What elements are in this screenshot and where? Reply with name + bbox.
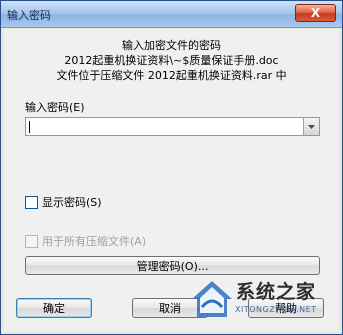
password-label: 输入密码(E) bbox=[25, 101, 85, 114]
password-dialog: 输入密码 X 输入加密文件的密码 2012起重机换证资料\~$质量保证手册.do… bbox=[0, 0, 343, 335]
checkbox-box[interactable] bbox=[25, 195, 38, 209]
file-name-text: 2012起重机换证资料\~$质量保证手册.doc bbox=[64, 54, 279, 67]
text-caret bbox=[29, 121, 30, 133]
prompt-text: 输入加密文件的密码 bbox=[122, 39, 221, 52]
watermark-text: 系统之家 bbox=[236, 281, 317, 303]
use-for-all-label: 用于所有压缩文件(A) bbox=[42, 235, 147, 248]
close-button[interactable]: X bbox=[295, 4, 336, 22]
show-password-label: 显示密码(S) bbox=[42, 196, 102, 209]
window-title: 输入密码 bbox=[7, 9, 51, 22]
house-logo-icon bbox=[192, 281, 232, 317]
password-combobox[interactable] bbox=[25, 117, 320, 136]
ok-button[interactable]: 确定 bbox=[16, 298, 92, 318]
archive-location-text: 文件位于压缩文件 2012起重机换证资料.rar 中 bbox=[56, 69, 287, 82]
title-bar[interactable]: 输入密码 X bbox=[1, 1, 342, 28]
checkbox-box[interactable] bbox=[25, 234, 38, 248]
show-password-checkbox[interactable]: 显示密码(S) bbox=[25, 194, 102, 210]
watermark-url: XITONGZHIJIA.NET bbox=[235, 305, 317, 314]
site-watermark: 系统之家 XITONGZHIJIA.NET bbox=[186, 269, 341, 331]
close-icon: X bbox=[310, 6, 321, 20]
chevron-down-icon bbox=[308, 124, 315, 129]
dropdown-button[interactable] bbox=[303, 118, 319, 135]
use-for-all-archives-checkbox[interactable]: 用于所有压缩文件(A) bbox=[25, 233, 146, 249]
